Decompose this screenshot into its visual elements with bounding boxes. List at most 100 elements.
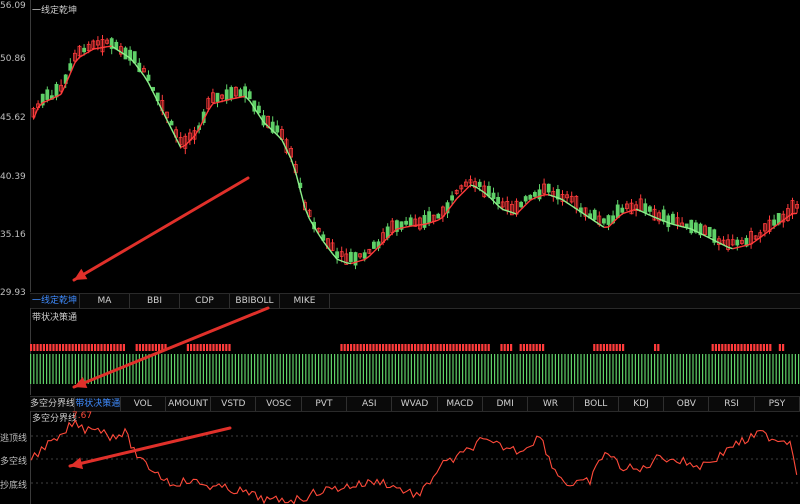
tab-bbi[interactable]: BBI: [130, 294, 180, 308]
band-bar-up: [186, 344, 189, 351]
ma-line-segment: [290, 158, 297, 173]
tab-kdj[interactable]: KDJ: [619, 397, 665, 411]
tab-pvt[interactable]: PVT: [302, 397, 348, 411]
ma-line-segment: [336, 258, 342, 262]
ma-line-segment: [295, 172, 301, 191]
band-bar-up: [442, 344, 445, 351]
band-bar-up: [542, 344, 545, 351]
band-bar-up: [721, 344, 724, 351]
band-bar-up: [746, 344, 749, 351]
band-bar-up: [199, 344, 202, 351]
candle-body: [82, 47, 86, 53]
candle-body: [362, 252, 367, 259]
tab-dmi[interactable]: DMI: [483, 397, 529, 411]
band-bar-up: [350, 344, 353, 351]
ma-line-segment: [97, 46, 103, 49]
ma-line-segment: [516, 208, 522, 215]
tab-wvad[interactable]: WVAD: [392, 397, 438, 411]
band-bar-down: [410, 354, 412, 384]
tab-yxdqk[interactable]: 一线定乾坤: [30, 294, 80, 308]
ma-line-segment: [175, 137, 182, 148]
candle-body: [348, 251, 353, 262]
tab-vol[interactable]: VOL: [121, 397, 166, 411]
band-bar-down: [177, 354, 179, 384]
candle-body: [707, 226, 712, 237]
band-bar-down: [599, 354, 601, 384]
tab-obv[interactable]: OBV: [664, 397, 710, 411]
band-bar-up: [74, 344, 77, 351]
band-bar-down: [474, 354, 476, 384]
band-bar-up: [529, 344, 532, 351]
tab-wr[interactable]: WR: [528, 397, 574, 411]
ma-line-segment: [497, 205, 504, 210]
band-bar-up: [353, 344, 356, 351]
band-bar-down: [615, 354, 617, 384]
band-bar-down: [487, 354, 489, 384]
ma-line-segment: [750, 240, 757, 245]
band-bar-down: [702, 354, 704, 384]
band-bar-down: [759, 354, 761, 384]
band-bar-down: [676, 354, 678, 384]
tab-psy[interactable]: PSY: [755, 397, 800, 411]
band-bar-up: [116, 344, 119, 351]
candle-body: [491, 192, 496, 200]
band-bar-down: [689, 354, 691, 384]
band-bar-up: [94, 344, 97, 351]
tab-bbiboll[interactable]: BBIBOLL: [230, 294, 280, 308]
band-bar-down: [362, 354, 364, 384]
candle-body: [450, 195, 455, 201]
tab-dkfjx[interactable]: 多空分界线: [30, 397, 76, 411]
ma-line-segment: [782, 216, 789, 221]
band-bar-up: [465, 344, 468, 351]
band-bar-down: [90, 354, 92, 384]
ma-line-segment: [193, 128, 200, 137]
tab-cdp[interactable]: CDP: [180, 294, 230, 308]
line-panel: 多空分界线 7.67 逃顶线 多空线 抄底线: [0, 411, 800, 504]
band-bar-down: [631, 354, 633, 384]
band-bar-down: [42, 354, 44, 384]
band-bar-down: [385, 354, 387, 384]
band-bar-down: [209, 354, 211, 384]
band-bar-down: [84, 354, 86, 384]
band-bar-down: [583, 354, 585, 384]
tab-ma[interactable]: MA: [80, 294, 130, 308]
band-bar-up: [158, 344, 161, 351]
tab-amount[interactable]: AMOUNT: [166, 397, 212, 411]
tab-vosc[interactable]: VOSC: [256, 397, 302, 411]
band-bar-up: [151, 344, 154, 351]
tab-rsi[interactable]: RSI: [709, 397, 755, 411]
band-bar-down: [318, 354, 320, 384]
band-bar-down: [337, 354, 339, 384]
band-bar-up: [506, 344, 509, 351]
candlestick-chart[interactable]: [0, 0, 800, 292]
band-bar-down: [785, 354, 787, 384]
band-bar-down: [308, 354, 310, 384]
tab-macd[interactable]: MACD: [438, 397, 483, 411]
band-bar-up: [161, 344, 164, 351]
band-bar-down: [426, 354, 428, 384]
tab-asi[interactable]: ASI: [347, 397, 393, 411]
band-bar-down: [782, 354, 784, 384]
band-bar-down: [145, 354, 147, 384]
tab-dzjct[interactable]: 带状决策通: [75, 397, 121, 411]
band-bar-up: [113, 344, 116, 351]
band-bar-down: [442, 354, 444, 384]
candle-body: [602, 218, 606, 224]
tab-boll[interactable]: BOLL: [574, 397, 619, 411]
tab-mike[interactable]: MIKE: [280, 294, 330, 308]
band-bar-down: [500, 354, 502, 384]
band-bar-down: [289, 354, 291, 384]
band-bar-down: [449, 354, 451, 384]
band-bars: [30, 344, 800, 384]
band-bar-up: [215, 344, 218, 351]
band-bar-up: [71, 344, 74, 351]
band-bar-down: [586, 354, 588, 384]
ma-line-segment: [382, 237, 389, 243]
band-bar-down: [788, 354, 790, 384]
band-bar-down: [634, 354, 636, 384]
band-bar-down: [263, 354, 265, 384]
band-bar-up: [100, 344, 103, 351]
band-bar-up: [68, 344, 71, 351]
oscillator-line-chart: [30, 419, 800, 504]
tab-vstd[interactable]: VSTD: [211, 397, 257, 411]
